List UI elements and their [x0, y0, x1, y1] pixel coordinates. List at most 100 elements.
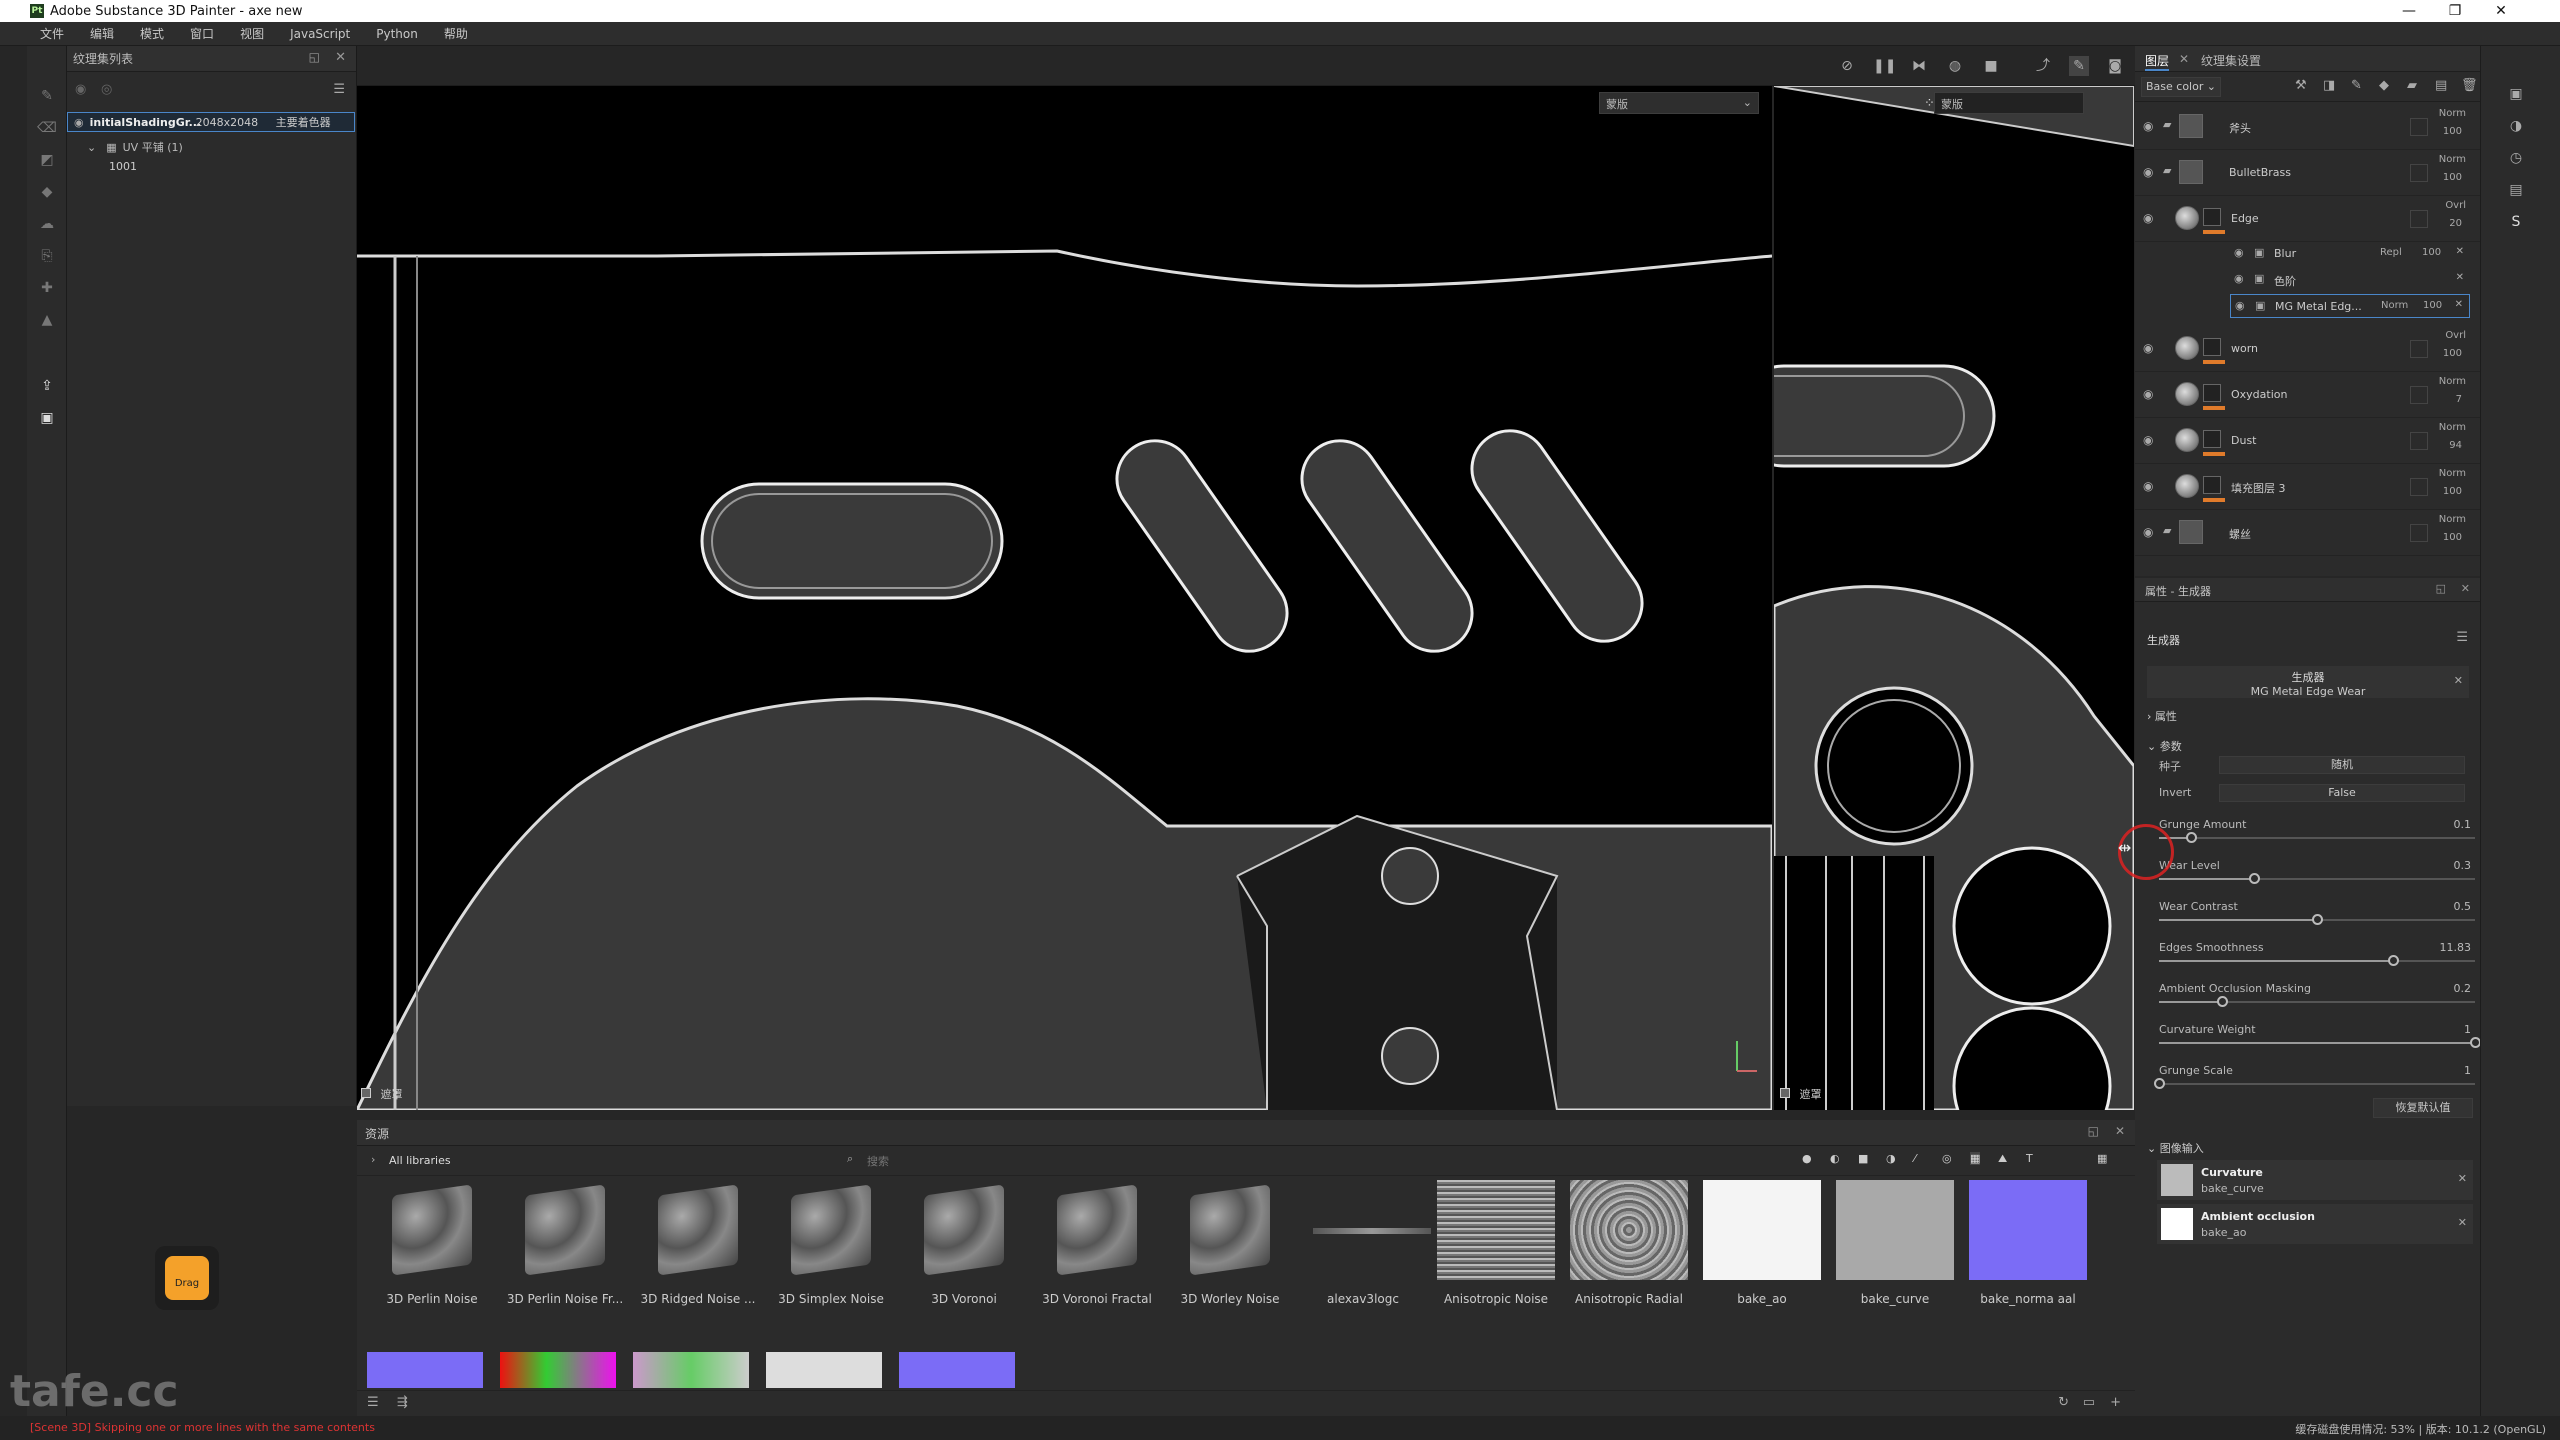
pause-icon[interactable]: ❚❚ — [1873, 56, 1896, 76]
menu-python[interactable]: Python — [376, 27, 418, 41]
asset-item[interactable]: bake_ao — [1697, 1180, 1827, 1330]
eye-icon[interactable]: ◉ — [2143, 165, 2153, 179]
asset-item[interactable]: 3D Perlin Noise Fr... — [500, 1180, 630, 1330]
effect-opacity[interactable]: 100 — [2422, 247, 2441, 258]
asset-item[interactable]: alexav3logc — [1298, 1180, 1431, 1330]
eraser-icon[interactable]: ⌫ — [37, 118, 57, 138]
asset-item[interactable]: Anisotropic Noise — [1431, 1180, 1561, 1330]
menu-javascript[interactable]: JavaScript — [290, 27, 350, 41]
slider-track[interactable] — [2159, 1083, 2475, 1085]
eye-icon[interactable]: ◉ — [2235, 299, 2245, 312]
viewport-2d[interactable]: 蒙版 ⁘ 遮罩 — [1774, 86, 2134, 1110]
hide-icon[interactable]: ⊘ — [1837, 56, 1857, 76]
asset-thumb-normal[interactable] — [367, 1352, 483, 1388]
float-icon[interactable]: ◱ — [309, 50, 320, 64]
display-settings-icon[interactable]: ◑ — [2506, 118, 2526, 138]
layer-item[interactable]: ◉ ▰ BulletBrass Norm 100 — [2135, 150, 2480, 196]
layer-opacity[interactable]: 94 — [2449, 440, 2462, 451]
asset-item[interactable]: Anisotropic Radial — [1564, 1180, 1694, 1330]
asset-thumb-normal-2[interactable] — [899, 1352, 1015, 1388]
effect-item[interactable]: ◉ ▣ MG Metal Edg... Norm 100 ✕ — [2230, 294, 2470, 318]
render-icon[interactable]: ◍ — [1945, 56, 1965, 76]
checkbox-icon[interactable] — [361, 1088, 371, 1098]
effect-icon[interactable]: ⚒ — [2295, 78, 2307, 93]
tab-texture-set-settings[interactable]: 纹理集设置 — [2201, 52, 2261, 69]
menu-file[interactable]: 文件 — [40, 25, 64, 42]
layer-opacity[interactable]: 100 — [2443, 532, 2462, 543]
slider-value[interactable]: 1 — [2464, 1064, 2471, 1077]
layer-blend-mode[interactable]: Norm — [2439, 154, 2466, 165]
viewport-3d-label[interactable]: 遮罩 — [361, 1086, 403, 1102]
screenshot-icon[interactable]: ◙ — [2105, 56, 2125, 76]
eye-icon[interactable]: ◉ — [2143, 211, 2153, 225]
uv-tiles-row[interactable]: ⌄ ▦ UV 平铺 (1) — [87, 138, 183, 156]
uv-tile-item[interactable]: 1001 — [109, 160, 137, 173]
eye-icon[interactable]: ◉ — [2234, 272, 2244, 285]
layer-mask-thumbnail[interactable] — [2203, 384, 2221, 402]
eye-icon[interactable]: ◉ — [74, 116, 84, 129]
layer-opacity[interactable]: 100 — [2443, 486, 2462, 497]
grid-layout-icon[interactable]: ⁘ — [1924, 96, 1935, 111]
float-icon[interactable]: ◱ — [2088, 1124, 2099, 1138]
folder-icon[interactable]: ▰ — [2163, 524, 2171, 537]
layer-mask-thumbnail[interactable] — [2203, 430, 2221, 448]
layer-opacity[interactable]: 100 — [2443, 172, 2462, 183]
channel-dropdown[interactable]: Base color ⌄ — [2141, 77, 2221, 97]
smart-material-filter-icon[interactable]: ◐ — [1830, 1152, 1840, 1165]
slider-param[interactable]: Wear Level 0.3 — [2159, 859, 2479, 899]
slider-handle[interactable] — [2217, 996, 2228, 1007]
material-filter-icon[interactable]: ● — [1802, 1152, 1812, 1165]
menu-icon[interactable]: ☰ — [333, 82, 345, 97]
layer-opacity[interactable]: 20 — [2449, 218, 2462, 229]
slider-value[interactable]: 1 — [2464, 1023, 2471, 1036]
environment-filter-icon[interactable]: ⛰ — [1998, 1152, 2007, 1166]
close-tab-icon[interactable]: ✕ — [2179, 52, 2189, 66]
layer-mask-thumbnail[interactable] — [2203, 476, 2221, 494]
refresh-icon[interactable]: ↻ — [2058, 1395, 2069, 1410]
smudge-icon[interactable]: ☁ — [37, 214, 57, 234]
slider-value[interactable]: 0.1 — [2454, 818, 2472, 831]
add-group-icon[interactable]: ▰ — [2407, 78, 2417, 93]
chevron-right-icon[interactable]: › — [371, 1153, 375, 1166]
paint-brush-icon[interactable]: ✎ — [37, 86, 57, 106]
texture-set-shader[interactable]: 主要着色器 — [276, 114, 331, 130]
menu-window[interactable]: 窗口 — [190, 25, 214, 42]
layer-opacity[interactable]: 7 — [2456, 394, 2462, 405]
close-panel-icon[interactable]: ✕ — [335, 50, 346, 65]
brush-mode-icon[interactable]: ✎ — [2069, 56, 2089, 76]
particle-filter-icon[interactable]: ◎ — [1942, 1152, 1952, 1165]
float-icon[interactable]: ◱ — [2436, 582, 2446, 595]
viewport-channel-dropdown[interactable]: 蒙版 ⌄ — [1599, 92, 1759, 114]
list-view-icon[interactable]: ☰ — [367, 1395, 379, 1410]
texture-filter-icon[interactable]: ▦ — [1970, 1152, 1981, 1165]
camera-icon[interactable]: ■ — [1981, 56, 2001, 76]
search-input[interactable] — [867, 1151, 1167, 1171]
viewport-3d[interactable]: 蒙版 ⌄ 遮罩 — [357, 86, 1772, 1110]
slider-handle[interactable] — [2388, 955, 2399, 966]
asset-item[interactable]: bake_norma aal — [1963, 1180, 2093, 1330]
checkbox-icon[interactable] — [1780, 1088, 1790, 1098]
effect-item[interactable]: ◉ ▣ 色阶 ✕ — [2230, 268, 2470, 292]
effect-blend[interactable]: Norm — [2381, 300, 2408, 311]
close-icon[interactable]: ✕ — [2455, 299, 2463, 310]
layer-blend-mode[interactable]: Norm — [2439, 376, 2466, 387]
close-icon[interactable]: ✕ — [2456, 246, 2464, 257]
filter-filter-icon[interactable]: ◑ — [1886, 1152, 1896, 1165]
texture-set-item[interactable]: ◉ initialShadingGr... 2048x2048 主要着色器 — [67, 112, 355, 132]
eye-icon[interactable]: ◉ — [2143, 341, 2153, 355]
chevron-down-icon[interactable]: ⌄ — [87, 141, 96, 154]
folder-icon[interactable]: ▰ — [2163, 164, 2171, 177]
library-selector[interactable]: All libraries — [389, 1154, 451, 1167]
layer-item[interactable]: ◉ Edge Ovrl 20 — [2135, 196, 2480, 242]
menu-icon[interactable]: ☰ — [2456, 630, 2468, 645]
asset-item[interactable]: 3D Perlin Noise — [367, 1180, 497, 1330]
ao-input[interactable]: Ambient occlusion bake_ao ✕ — [2157, 1204, 2473, 1244]
import-icon[interactable]: ⇶ — [397, 1395, 408, 1410]
asset-thumb-color[interactable] — [633, 1352, 749, 1388]
asset-item[interactable]: 3D Simplex Noise — [766, 1180, 896, 1330]
eye-icon[interactable]: ◉ — [2143, 433, 2153, 447]
menu-view[interactable]: 视图 — [240, 25, 264, 42]
asset-item[interactable]: 3D Worley Noise — [1165, 1180, 1295, 1330]
layer-item[interactable]: ◉ Oxydation Norm 7 — [2135, 372, 2480, 418]
menu-help[interactable]: 帮助 — [444, 25, 468, 42]
